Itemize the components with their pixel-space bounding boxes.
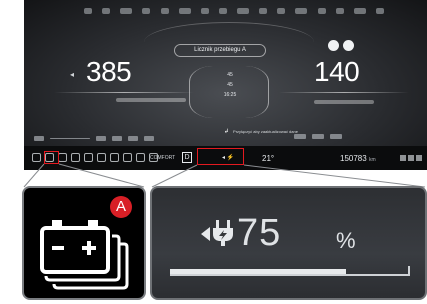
center-row: 45 bbox=[227, 82, 233, 88]
left-indicator-strip bbox=[34, 135, 194, 141]
odometer-value: 150783 bbox=[340, 154, 367, 163]
comfort-label: COMFORT bbox=[150, 155, 176, 161]
outside-temperature: 21° bbox=[262, 154, 275, 163]
range-value: 385 bbox=[86, 56, 132, 87]
warning-icon bbox=[110, 153, 119, 162]
message-text: Przyłączyć aby zaaktualizować dane bbox=[233, 129, 298, 134]
left-arrow-icon: ◂ bbox=[70, 70, 75, 79]
charge-unit: % bbox=[336, 228, 356, 253]
right-indicator-strip bbox=[294, 134, 394, 140]
warning-icon bbox=[123, 153, 132, 162]
center-readouts: 45 45 16:25 bbox=[202, 72, 258, 102]
charge-level-bar bbox=[170, 266, 410, 276]
instrument-cluster: Licznik przebiegu A ◂ 385 140 45 45 16:2… bbox=[24, 0, 427, 170]
center-row: 16:25 bbox=[223, 92, 237, 98]
callout-badge: A bbox=[110, 196, 132, 218]
warning-icon bbox=[136, 153, 145, 162]
status-circle-icon bbox=[343, 40, 354, 51]
charge-level-fill bbox=[170, 269, 346, 274]
right-sub-indicator bbox=[314, 100, 374, 104]
return-arrow-icon: ↲ bbox=[224, 129, 230, 135]
message-line: ↲ Przyłączyć aby zaaktualizować dane bbox=[224, 128, 298, 135]
odometer: 150783 km bbox=[340, 154, 376, 163]
charge-percentage: 75 bbox=[237, 212, 282, 254]
left-divider bbox=[54, 92, 194, 93]
left-sub-indicator bbox=[116, 98, 186, 102]
telltale-row-top bbox=[84, 6, 384, 16]
charge-zoom-panel: 75 % bbox=[150, 186, 427, 300]
right-status-icons bbox=[328, 40, 354, 51]
right-divider bbox=[279, 92, 409, 93]
charge-highlight bbox=[197, 148, 244, 165]
charging-plug-icon bbox=[213, 220, 233, 246]
drive-mode: D bbox=[182, 152, 192, 163]
warning-icon bbox=[58, 153, 67, 162]
trailing-icons bbox=[400, 155, 422, 161]
warning-icon bbox=[71, 153, 80, 162]
warning-icon bbox=[97, 153, 106, 162]
warning-icon bbox=[84, 153, 93, 162]
odometer-unit: km bbox=[368, 157, 376, 163]
battery-warning-icon bbox=[32, 153, 41, 162]
speed-value: 140 bbox=[314, 56, 360, 87]
center-row: 45 bbox=[227, 72, 233, 78]
battery-highlight bbox=[44, 151, 59, 164]
status-circle-icon bbox=[328, 40, 339, 51]
trip-label: Licznik przebiegu A bbox=[174, 44, 266, 57]
